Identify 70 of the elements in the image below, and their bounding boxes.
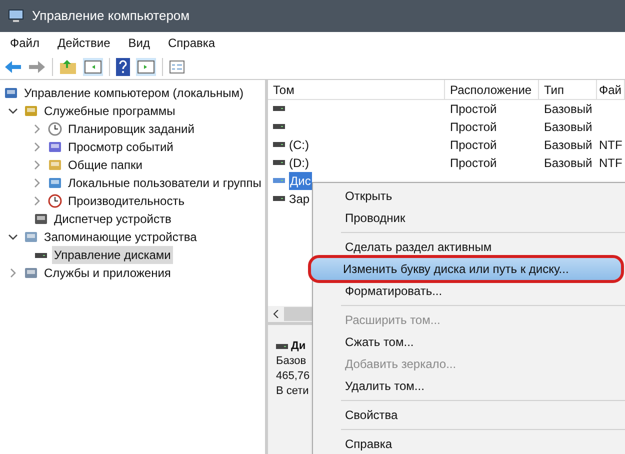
column-header[interactable]: Тип (539, 80, 597, 99)
tree-item[interactable]: Службы и приложения (42, 264, 173, 282)
tree-node-icon (34, 212, 48, 226)
table-cell-text: (D:) (289, 155, 309, 172)
help-icon[interactable] (116, 58, 130, 76)
context-menu-item[interactable]: Справка (313, 433, 625, 454)
tree-item[interactable]: Локальные пользователи и группы (66, 174, 264, 192)
tree-item[interactable]: Служебные программы (42, 102, 178, 120)
tree-node-icon (48, 176, 62, 190)
table-cell-text: Простой (450, 101, 497, 118)
list-view-icon[interactable] (169, 60, 185, 74)
tree-item[interactable]: Общие папки (66, 156, 144, 174)
context-menu-item[interactable]: Изменить букву диска или путь к диску... (311, 258, 621, 280)
table-cell-text: Зар (289, 191, 310, 208)
tree-item[interactable]: Просмотр событий (66, 138, 176, 156)
forward-arrow-icon[interactable] (28, 60, 46, 74)
tree-item[interactable]: Планировщик заданий (66, 120, 196, 138)
disk-info: Базов (276, 354, 306, 369)
column-header[interactable]: Том (268, 80, 445, 99)
tree-node-icon (48, 140, 62, 154)
table-cell-text: NTF (599, 155, 622, 172)
context-menu-item[interactable]: Свойства (313, 404, 625, 426)
menu-item[interactable]: Вид (128, 34, 150, 52)
tree-node-icon (24, 230, 38, 244)
tree-node-icon (24, 266, 38, 280)
tree-node-icon (48, 194, 62, 208)
collapse-chevron-icon[interactable] (8, 232, 18, 242)
column-header[interactable]: Расположение (445, 80, 539, 99)
context-menu-item[interactable]: Проводник (313, 207, 625, 229)
table-cell-text: NTF (599, 137, 622, 154)
context-menu-item[interactable]: Сжать том... (313, 331, 625, 353)
table-cell: Дис (289, 172, 312, 190)
tree-item[interactable]: Диспетчер устройств (52, 210, 174, 228)
context-menu-item[interactable]: Открыть (313, 185, 625, 207)
scroll-left-icon[interactable] (273, 310, 279, 318)
table-cell-text: Базовый (544, 101, 592, 118)
window-title: Управление компьютером (32, 7, 190, 26)
action-pane-icon[interactable] (136, 58, 156, 76)
console-tree-icon[interactable] (83, 58, 103, 76)
tree-item[interactable]: Управление дисками (52, 246, 173, 264)
folder-up-icon[interactable] (59, 58, 77, 74)
context-menu-item[interactable]: Удалить том... (313, 375, 625, 397)
table-cell-text: Простой (450, 119, 497, 136)
disk-name: Ди (291, 339, 306, 354)
table-cell-text: Базовый (544, 119, 592, 136)
menu-item[interactable]: Действие (58, 34, 110, 52)
menu-item[interactable]: Справка (168, 34, 216, 52)
table-cell-text: Базовый (544, 137, 592, 154)
tree-item[interactable]: Производительность (66, 192, 186, 210)
table-cell-text: Базовый (544, 155, 592, 172)
disk-info: 465,76 (276, 369, 310, 384)
tree-node-icon (24, 104, 38, 118)
tree-item[interactable]: Управление компьютером (локальным) (22, 84, 246, 102)
disk-info: В сети (276, 384, 309, 399)
menu-item[interactable]: Файл (10, 34, 40, 52)
back-arrow-icon[interactable] (4, 60, 22, 74)
table-cell-text: Простой (450, 155, 497, 172)
context-menu-item[interactable]: Сделать раздел активным (313, 236, 625, 258)
tree-item[interactable]: Запоминающие устройства (42, 228, 199, 246)
tree-node-icon (48, 158, 62, 172)
expand-chevron-icon[interactable] (8, 268, 18, 278)
table-cell-text: Простой (450, 137, 497, 154)
scrollbar-thumb[interactable] (284, 307, 314, 321)
column-header[interactable]: Фай (597, 80, 625, 99)
computer-icon (8, 9, 24, 23)
tree-node-icon (48, 122, 62, 136)
collapse-chevron-icon[interactable] (8, 106, 18, 116)
tree-node-icon (4, 86, 18, 100)
context-menu-item[interactable]: Форматировать... (313, 280, 625, 302)
table-cell-text: (C:) (289, 137, 309, 154)
